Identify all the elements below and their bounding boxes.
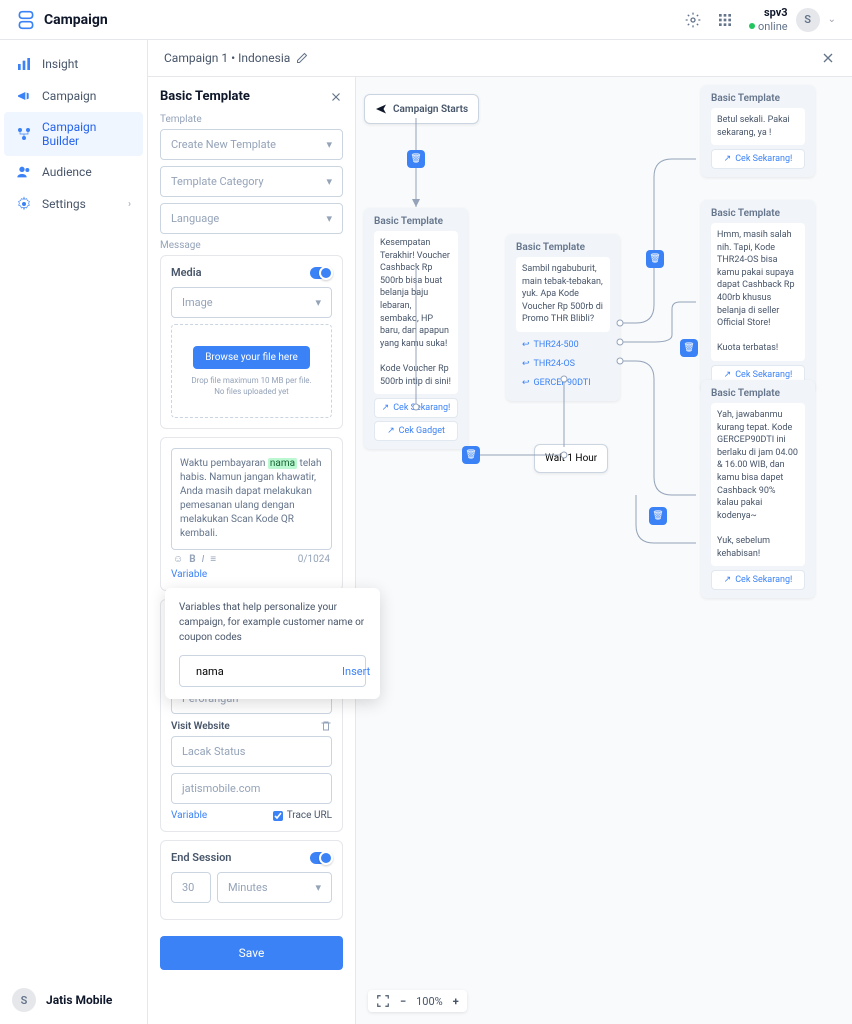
quick-reply[interactable]: ↩ THR24-500 [516,336,610,355]
edit-icon[interactable] [296,52,308,64]
breadcrumb-text: Campaign 1 • Indonesia [164,51,290,65]
start-node[interactable]: Campaign Starts [364,94,479,124]
category-select[interactable]: Template Category▾ [160,166,343,197]
align-icon[interactable]: ≡ [210,554,216,565]
message-textarea[interactable]: Waktu pembayaran nama telah habis. Namun… [171,448,332,550]
char-count: 0/1024 [298,554,330,565]
session-duration-input[interactable]: 30 [171,872,211,903]
browse-button[interactable]: Browse your file here [193,346,310,369]
zoom-out-button[interactable]: − [400,995,406,1008]
caret-down-icon: ▾ [326,138,332,151]
gear-icon[interactable] [685,12,701,28]
bold-icon[interactable]: B [189,554,195,565]
app-header: Campaign spv3 online S ⌄ [0,0,852,40]
chevron-down-icon: ⌄ [828,14,836,25]
app-title: Campaign [44,12,108,28]
zoom-in-button[interactable]: + [453,995,459,1008]
delete-action[interactable]: 🗑 [680,339,698,357]
variable-link[interactable]: Variable [171,569,332,580]
file-dropzone[interactable]: Browse your file here Drop file maximum … [171,324,332,418]
breadcrumb: Campaign 1 • Indonesia [148,40,852,77]
url-input[interactable]: jatismobile.com [171,773,332,804]
end-session-label: End Session [171,851,231,864]
close-icon[interactable] [329,90,343,104]
variable-popover: Variables that help personalize your cam… [165,588,380,699]
quick-reply[interactable]: ↩ GERCEP90DTI [516,374,610,393]
cta-button[interactable]: ↗ Cek Sekarang! [711,149,805,169]
template-select[interactable]: Create New Template▾ [160,129,343,160]
sidebar: Insight Campaign Campaign Builder Audien… [0,40,148,1024]
insert-button[interactable]: Insert [342,665,370,678]
template-node[interactable]: Basic Template Sambil ngabuburit, main t… [506,234,620,401]
cta-button[interactable]: ↗ Cek Sekarang! [711,570,805,590]
emoji-icon[interactable]: ☺ [173,554,183,565]
trash-icon[interactable] [320,720,332,732]
caret-down-icon: ▾ [326,175,332,188]
variable-search-input[interactable] [196,665,336,678]
italic-icon[interactable]: I [202,554,205,565]
settings-icon [16,196,32,212]
session-unit-select[interactable]: Minutes▾ [217,872,332,903]
send-icon [375,103,387,115]
visit-website-input[interactable]: Lacak Status [171,736,332,767]
app-logo [16,10,36,30]
sidebar-item-insight[interactable]: Insight [4,48,143,80]
template-node[interactable]: Basic Template Yah, jawabanmu kurang tep… [701,380,815,598]
sidebar-item-settings[interactable]: Settings › [4,188,143,220]
sidebar-item-campaign[interactable]: Campaign [4,80,143,112]
zoom-value: 100% [416,995,443,1008]
megaphone-icon [16,88,32,104]
media-label: Media [171,266,202,279]
delete-action[interactable]: 🗑 [646,250,664,268]
flow-icon [16,126,32,142]
delete-action[interactable]: 🗑 [649,507,667,525]
variable-link[interactable]: Variable [171,810,207,821]
template-node[interactable]: Basic Template Kesempatan Terakhir! Vouc… [364,208,468,449]
zoom-controls: − 100% + [368,990,467,1012]
sidebar-footer[interactable]: S Jatis Mobile [0,976,147,1024]
flow-canvas[interactable]: Campaign Starts 🗑 Basic Template Kesempa… [356,77,852,1024]
org-avatar: S [12,988,36,1012]
quick-reply[interactable]: ↩ THR24-OS [516,355,610,374]
status-indicator [749,23,755,29]
save-button[interactable]: Save [160,936,343,970]
wait-node[interactable]: Wait 1 Hour [534,444,608,473]
end-session-toggle[interactable] [310,852,332,864]
template-node[interactable]: Basic Template Betul sekali. Pakai sekar… [701,85,815,177]
fullscreen-icon[interactable] [376,994,390,1008]
caret-down-icon: ▾ [326,212,332,225]
media-type-select[interactable]: Image▾ [171,287,332,318]
close-icon[interactable] [820,50,836,66]
delete-action[interactable]: 🗑 [407,150,425,168]
media-toggle[interactable] [310,267,332,279]
chevron-right-icon: › [128,199,131,210]
cta-button[interactable]: ↗ Cek Sekarang! [374,398,458,418]
trace-url-checkbox[interactable]: Trace URL [273,810,332,821]
avatar: S [796,8,820,32]
language-select[interactable]: Language▾ [160,203,343,234]
cta-button[interactable]: ↗ Cek Gadget [374,421,458,441]
delete-action[interactable]: 🗑 [462,446,480,464]
template-section-label: Template [160,114,343,125]
user-menu[interactable]: spv3 online S ⌄ [749,6,836,32]
template-node[interactable]: Basic Template Hmm, masih salah nih. Tap… [701,200,815,393]
message-section-label: Message [160,240,343,251]
grid-icon[interactable] [717,12,733,28]
sidebar-item-audience[interactable]: Audience [4,156,143,188]
panel-title: Basic Template [160,89,250,104]
user-name: spv3 [749,6,788,19]
popover-description: Variables that help personalize your cam… [179,600,366,645]
variable-search[interactable]: Insert [179,655,366,687]
sidebar-item-campaign-builder[interactable]: Campaign Builder [4,112,143,156]
caret-down-icon: ▾ [315,881,321,894]
caret-down-icon: ▾ [315,296,321,309]
insight-icon [16,56,32,72]
users-icon [16,164,32,180]
template-panel: Basic Template Template Create New Templ… [148,77,356,1024]
